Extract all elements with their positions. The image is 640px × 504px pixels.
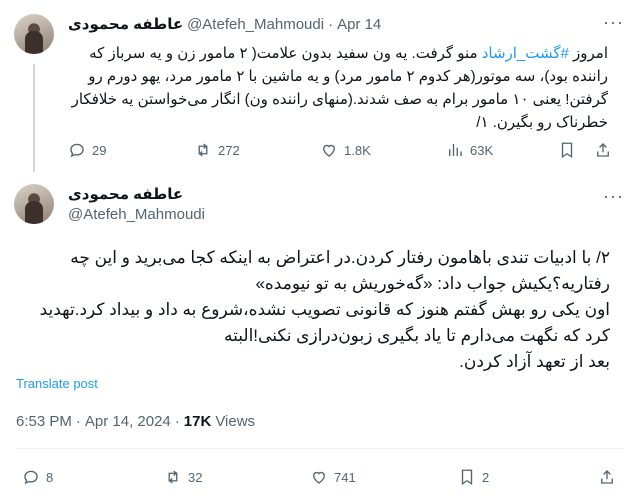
hashtag-link[interactable]: #گشت_ارشاد	[482, 45, 569, 62]
share-icon	[597, 143, 609, 157]
reply-button[interactable]: 8	[22, 468, 164, 486]
repost-count: 272	[218, 142, 240, 158]
tweet-actions: 8 32 741 2	[22, 468, 622, 486]
like-count: 1.8K	[344, 142, 371, 158]
separator-dot: ·	[75, 413, 81, 430]
like-button[interactable]: 1.8K	[320, 141, 446, 159]
translate-post-link[interactable]: Translate post	[16, 376, 98, 391]
thread-connector	[33, 64, 35, 172]
bookmark-count: 2	[482, 469, 490, 485]
divider	[16, 448, 624, 449]
bookmark-icon	[561, 142, 573, 159]
tweet-actions: 29 272 1.8K 63K	[68, 141, 618, 159]
tweet-text-prefix: امروز	[568, 45, 608, 62]
like-button[interactable]: 741	[310, 468, 458, 486]
reply-icon	[24, 470, 38, 485]
views-count: 17K	[183, 413, 212, 430]
share-icon	[601, 470, 613, 484]
post-date[interactable]: Apr 14, 2024	[85, 413, 171, 430]
more-options-icon[interactable]: ···	[603, 12, 624, 33]
views-count: 63K	[470, 142, 494, 158]
tweet-text-line: بعد از تعهد آزاد کردن.	[459, 352, 610, 371]
bookmark-icon	[461, 469, 473, 486]
bookmark-button[interactable]: 2	[458, 468, 598, 486]
separator-dot: ·	[328, 15, 334, 33]
avatar[interactable]	[14, 184, 54, 224]
tweet-text: امروز #گشت_ارشاد منو گرفت. یه ون سفید بد…	[68, 42, 608, 134]
views-button[interactable]: 63K	[446, 141, 558, 159]
reply-count: 8	[46, 469, 54, 485]
bookmark-button[interactable]	[558, 141, 594, 159]
tweet-header: عاطفه محمودی @Atefeh_Mahmoudi · Apr 14	[68, 15, 381, 34]
repost-icon	[198, 143, 208, 157]
post-metadata: 6:53 PM · Apr 14, 2024 · 17K Views	[16, 413, 255, 430]
views-label: Views	[215, 413, 256, 430]
tweet-text-line: اون یکی رو بهش گفتم هنوز که قانونی تصویب…	[39, 300, 610, 345]
repost-count: 32	[188, 469, 203, 485]
repost-button[interactable]: 32	[164, 468, 310, 486]
heart-icon	[313, 471, 325, 484]
display-name[interactable]: عاطفه محمودی	[68, 15, 183, 33]
reply-icon	[70, 143, 84, 158]
user-handle[interactable]: @Atefeh_Mahmoudi	[187, 16, 324, 33]
separator-dot: ·	[174, 413, 180, 430]
reply-button[interactable]: 29	[68, 141, 194, 159]
like-count: 741	[334, 469, 356, 485]
share-button[interactable]	[594, 141, 618, 159]
tweet-text-line: ۲/ با ادبیات تندی باهامون رفتار کردن.در …	[70, 248, 610, 293]
display-name[interactable]: عاطفه محمودی	[68, 185, 183, 203]
avatar[interactable]	[14, 14, 54, 54]
repost-button[interactable]: 272	[194, 141, 320, 159]
more-options-icon[interactable]: ···	[603, 186, 624, 207]
repost-icon	[168, 470, 178, 484]
reply-count: 29	[92, 142, 107, 158]
analytics-icon	[449, 144, 462, 156]
share-button[interactable]	[598, 468, 622, 486]
user-handle[interactable]: @Atefeh_Mahmoudi	[68, 206, 205, 223]
tweet-text: ۲/ با ادبیات تندی باهامون رفتار کردن.در …	[16, 245, 610, 375]
post-date[interactable]: Apr 14	[337, 16, 381, 33]
heart-icon	[323, 144, 335, 157]
post-time[interactable]: 6:53 PM	[16, 413, 72, 430]
